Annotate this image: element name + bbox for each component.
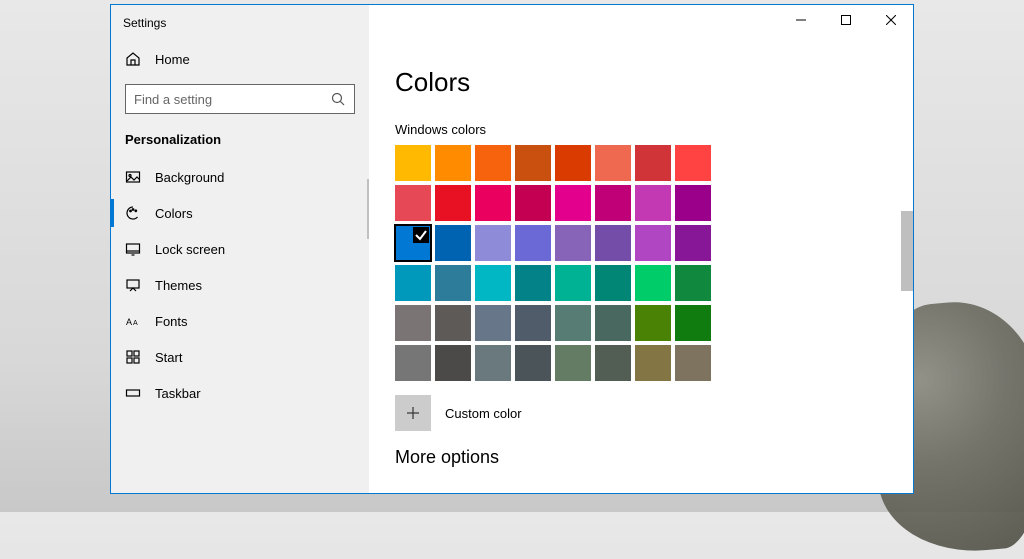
- nav-item-label: Taskbar: [155, 386, 201, 401]
- color-swatch[interactable]: [515, 185, 551, 221]
- color-swatch[interactable]: [555, 185, 591, 221]
- color-swatch[interactable]: [635, 345, 671, 381]
- color-swatch[interactable]: [595, 225, 631, 261]
- color-swatch[interactable]: [635, 225, 671, 261]
- color-swatch[interactable]: [395, 345, 431, 381]
- color-swatch[interactable]: [595, 265, 631, 301]
- monitor-icon: [125, 241, 141, 257]
- color-swatch[interactable]: [555, 145, 591, 181]
- color-swatch[interactable]: [475, 145, 511, 181]
- color-swatch[interactable]: [555, 345, 591, 381]
- color-swatch[interactable]: [475, 345, 511, 381]
- svg-text:A: A: [126, 317, 132, 327]
- color-swatch[interactable]: [515, 145, 551, 181]
- custom-color-row: Custom color: [395, 395, 887, 431]
- themes-icon: [125, 277, 141, 293]
- window-title: Settings: [111, 5, 369, 41]
- color-swatch[interactable]: [595, 185, 631, 221]
- color-swatch[interactable]: [595, 305, 631, 341]
- color-swatch[interactable]: [435, 225, 471, 261]
- color-swatch[interactable]: [475, 185, 511, 221]
- window-controls: [778, 5, 913, 35]
- color-swatch[interactable]: [635, 145, 671, 181]
- more-options-heading: More options: [395, 447, 887, 468]
- color-swatch[interactable]: [635, 265, 671, 301]
- color-swatch[interactable]: [395, 305, 431, 341]
- nav-item-fonts[interactable]: AA Fonts: [111, 303, 369, 339]
- nav-item-label: Fonts: [155, 314, 188, 329]
- color-swatch[interactable]: [635, 305, 671, 341]
- custom-color-label: Custom color: [445, 406, 522, 421]
- nav-item-colors[interactable]: Colors: [111, 195, 369, 231]
- color-swatch[interactable]: [475, 225, 511, 261]
- color-swatch[interactable]: [515, 305, 551, 341]
- color-swatch[interactable]: [515, 345, 551, 381]
- palette-icon: [125, 205, 141, 221]
- color-swatch[interactable]: [515, 265, 551, 301]
- fonts-icon: AA: [125, 313, 141, 329]
- color-swatch[interactable]: [675, 305, 711, 341]
- nav-item-themes[interactable]: Themes: [111, 267, 369, 303]
- nav-item-label: Colors: [155, 206, 193, 221]
- custom-color-button[interactable]: [395, 395, 431, 431]
- color-swatch[interactable]: [395, 145, 431, 181]
- picture-icon: [125, 169, 141, 185]
- home-icon: [125, 51, 141, 67]
- color-swatch[interactable]: [555, 225, 591, 261]
- taskbar-icon: [125, 385, 141, 401]
- close-button[interactable]: [868, 5, 913, 35]
- color-swatch[interactable]: [555, 305, 591, 341]
- page-title: Colors: [395, 67, 887, 98]
- color-swatch[interactable]: [435, 145, 471, 181]
- maximize-button[interactable]: [823, 5, 868, 35]
- home-label: Home: [155, 52, 190, 67]
- sidebar: Settings Home Personalization Background…: [111, 5, 369, 493]
- color-grid: [395, 145, 887, 381]
- windows-colors-label: Windows colors: [395, 122, 887, 137]
- color-swatch[interactable]: [395, 265, 431, 301]
- content-scrollbar[interactable]: [901, 95, 913, 485]
- color-swatch[interactable]: [395, 225, 431, 261]
- color-swatch[interactable]: [435, 305, 471, 341]
- search-box[interactable]: [125, 84, 355, 114]
- nav-item-background[interactable]: Background: [111, 159, 369, 195]
- nav-item-lockscreen[interactable]: Lock screen: [111, 231, 369, 267]
- content-area: Colors Windows colors Custom color More …: [369, 5, 913, 493]
- color-swatch[interactable]: [475, 265, 511, 301]
- nav-item-label: Themes: [155, 278, 202, 293]
- section-header: Personalization: [111, 126, 369, 159]
- color-swatch[interactable]: [435, 265, 471, 301]
- color-swatch[interactable]: [515, 225, 551, 261]
- color-swatch[interactable]: [675, 345, 711, 381]
- svg-text:A: A: [133, 320, 138, 327]
- color-swatch[interactable]: [675, 145, 711, 181]
- color-swatch[interactable]: [475, 305, 511, 341]
- nav-item-label: Lock screen: [155, 242, 225, 257]
- color-swatch[interactable]: [675, 265, 711, 301]
- nav-item-start[interactable]: Start: [111, 339, 369, 375]
- color-swatch[interactable]: [395, 185, 431, 221]
- check-icon: [414, 228, 428, 247]
- minimize-button[interactable]: [778, 5, 823, 35]
- nav-item-taskbar[interactable]: Taskbar: [111, 375, 369, 411]
- color-swatch[interactable]: [675, 185, 711, 221]
- nav-item-label: Start: [155, 350, 182, 365]
- search-icon: [330, 91, 346, 107]
- content-scrollbar-thumb[interactable]: [901, 211, 913, 291]
- color-swatch[interactable]: [675, 225, 711, 261]
- color-swatch[interactable]: [595, 345, 631, 381]
- color-swatch[interactable]: [635, 185, 671, 221]
- settings-window: Settings Home Personalization Background…: [110, 4, 914, 494]
- color-swatch[interactable]: [555, 265, 591, 301]
- start-icon: [125, 349, 141, 365]
- home-nav-item[interactable]: Home: [111, 41, 369, 77]
- color-swatch[interactable]: [435, 185, 471, 221]
- nav-list: Background Colors Lock screen Themes AA Fonts…: [111, 159, 369, 493]
- nav-item-label: Background: [155, 170, 224, 185]
- color-swatch[interactable]: [595, 145, 631, 181]
- search-input[interactable]: [134, 92, 330, 107]
- color-swatch[interactable]: [435, 345, 471, 381]
